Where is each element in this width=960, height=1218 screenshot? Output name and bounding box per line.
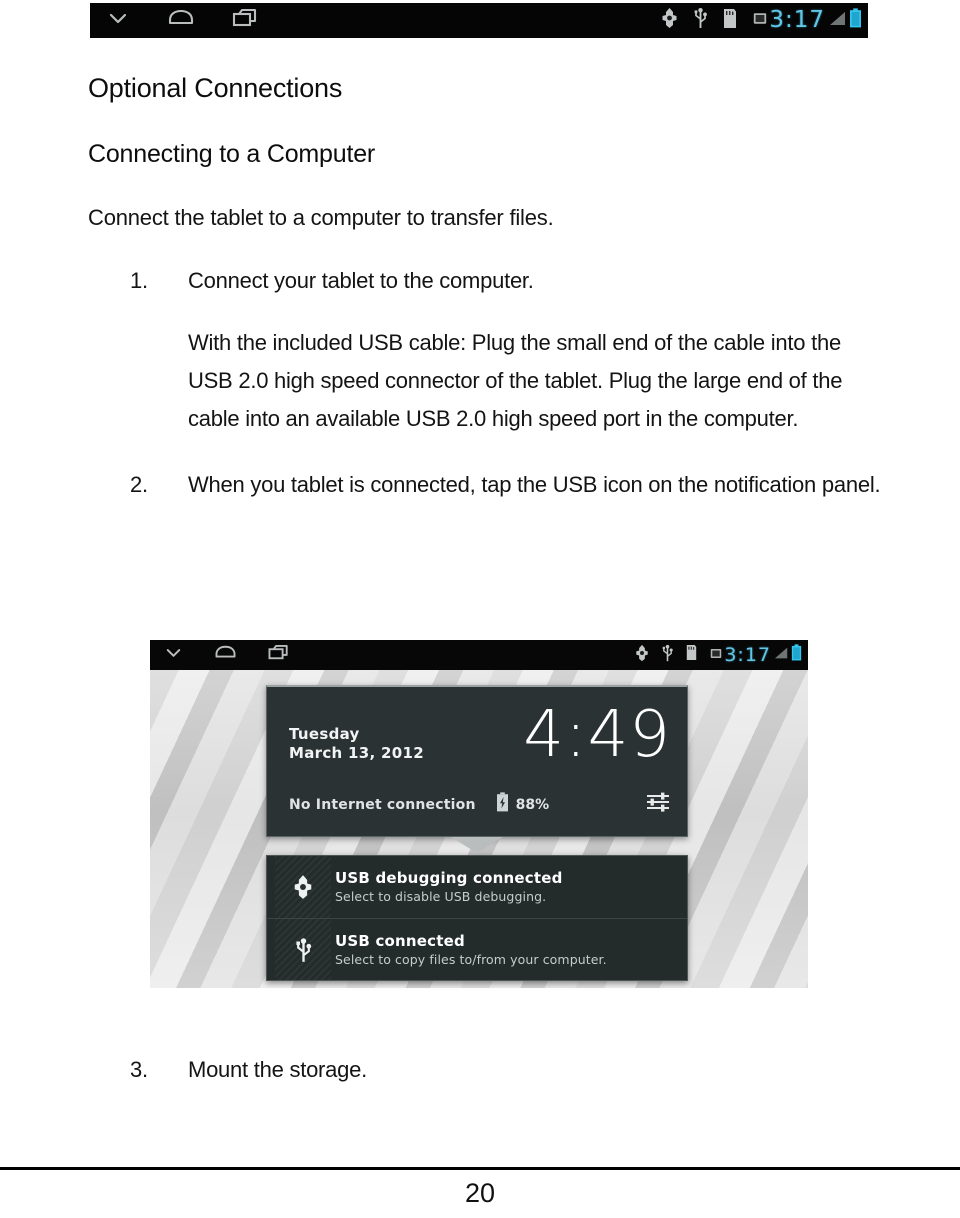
usb-icon — [275, 919, 331, 980]
home-icon[interactable] — [166, 4, 196, 37]
battery-icon — [849, 8, 862, 33]
android-debug-icon — [635, 644, 649, 667]
shade-date-block: Tuesday March 13, 2012 — [289, 725, 424, 763]
shade-clock-panel: Tuesday March 13, 2012 4:49 No Internet … — [266, 685, 688, 837]
list-item-step-3: 3. Mount the storage. — [130, 1052, 367, 1088]
step-text: When you tablet is connected, tap the US… — [188, 472, 881, 497]
navigation-buttons — [104, 4, 260, 37]
notification-subtitle: Select to disable USB debugging. — [335, 889, 547, 904]
page-number: 20 — [464, 1178, 496, 1208]
back-chevron-down-icon[interactable] — [162, 641, 185, 669]
signal-bars-icon — [829, 10, 847, 32]
notification-item-usb-debugging[interactable]: USB debugging connected Select to disabl… — [267, 856, 687, 918]
navigation-buttons — [162, 641, 291, 669]
instruction-list: 1. Connect your tablet to the computer. … — [130, 262, 890, 504]
android-status-bar: 3:17 — [90, 3, 868, 38]
usb-icon — [662, 644, 674, 667]
notification-subtitle: Select to copy files to/from your comput… — [335, 951, 607, 967]
sd-card-icon — [686, 644, 697, 666]
notification-item-usb-connected[interactable]: USB connected Select to copy files to/fr… — [267, 918, 687, 980]
screenshot-status-bar: 3:17 — [150, 640, 808, 670]
list-item-step-1: 1. Connect your tablet to the computer. — [130, 262, 890, 300]
intro-paragraph: Connect the tablet to a computer to tran… — [88, 205, 554, 230]
shade-clock-time: 4:49 — [523, 698, 671, 772]
status-bar-clock: 3:17 — [769, 7, 825, 33]
system-status-icons — [635, 644, 722, 667]
shade-drag-handle[interactable] — [266, 837, 688, 855]
step-number: 2. — [130, 472, 148, 497]
home-icon[interactable] — [213, 641, 238, 669]
signal-bars-icon — [774, 646, 789, 665]
notification-title: USB debugging connected — [335, 869, 563, 887]
step-number: 3. — [130, 1057, 148, 1082]
shade-day: Tuesday — [289, 725, 360, 743]
notification-list: USB debugging connected Select to disabl… — [266, 855, 688, 981]
screenshot-icon — [753, 12, 767, 30]
battery-charging-icon — [496, 792, 509, 817]
step-number: 1. — [130, 268, 148, 293]
shade-full-date: March 13, 2012 — [289, 744, 424, 762]
screenshot-icon — [710, 646, 722, 664]
notification-text: USB debugging connected Select to disabl… — [331, 869, 677, 905]
recent-apps-icon[interactable] — [266, 641, 291, 669]
step-text: Mount the storage. — [188, 1057, 367, 1082]
notification-text: USB connected Select to copy files to/fr… — [331, 932, 677, 968]
sd-card-icon — [723, 8, 737, 34]
tablet-screenshot-figure: 3:17 Tuesday March 13, 2012 4:49 No Inte… — [150, 640, 808, 988]
list-item-step-2: 2. When you tablet is connected, tap the… — [130, 466, 890, 504]
recent-apps-icon[interactable] — [230, 4, 260, 37]
usb-icon — [694, 7, 708, 34]
footer-divider — [0, 1167, 960, 1170]
page-title: Optional Connections — [88, 73, 343, 103]
back-chevron-down-icon[interactable] — [104, 4, 132, 37]
step-1-detail: With the included USB cable: Plug the sm… — [188, 330, 843, 431]
notification-shade: Tuesday March 13, 2012 4:49 No Internet … — [266, 685, 688, 981]
step-text: Connect your tablet to the computer. — [188, 268, 534, 293]
settings-sliders-icon[interactable] — [645, 790, 671, 819]
notification-title: USB connected — [335, 931, 465, 950]
network-status-label: No Internet connection — [289, 796, 476, 813]
android-debug-icon — [661, 7, 678, 34]
section-heading: Connecting to a Computer — [88, 140, 376, 168]
android-debug-icon — [275, 856, 331, 918]
battery-percent-label: 88% — [515, 796, 550, 813]
shade-status-row: No Internet connection 88% — [289, 790, 671, 819]
system-status-icons — [661, 7, 767, 34]
screenshot-status-bar-clock: 3:17 — [724, 643, 771, 666]
battery-icon — [791, 644, 802, 666]
